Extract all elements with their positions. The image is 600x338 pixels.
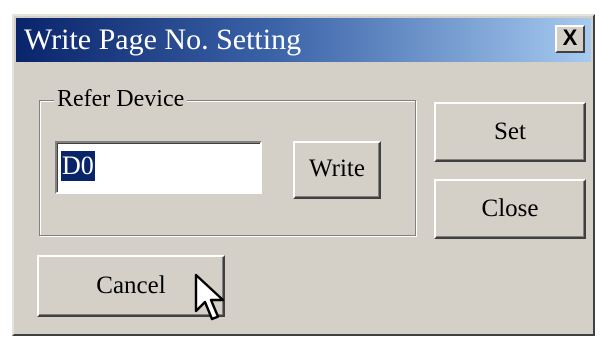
mouse-pointer-icon (194, 273, 225, 321)
dialog-title: Write Page No. Setting (24, 23, 302, 56)
write-button[interactable]: Write (293, 141, 381, 199)
write-page-no-setting-dialog: Write Page No. Setting X Refer Device D0… (12, 14, 595, 336)
title-bar[interactable]: Write Page No. Setting X (16, 18, 591, 62)
close-icon[interactable]: X (555, 25, 585, 53)
input-value: D0 (61, 151, 95, 181)
group-label: Refer Device (54, 85, 188, 113)
set-button[interactable]: Set (434, 102, 586, 162)
close-button[interactable]: Close (434, 179, 586, 239)
refer-device-group: Refer Device D0 Write (39, 85, 416, 236)
refer-device-input[interactable]: D0 (55, 141, 262, 194)
